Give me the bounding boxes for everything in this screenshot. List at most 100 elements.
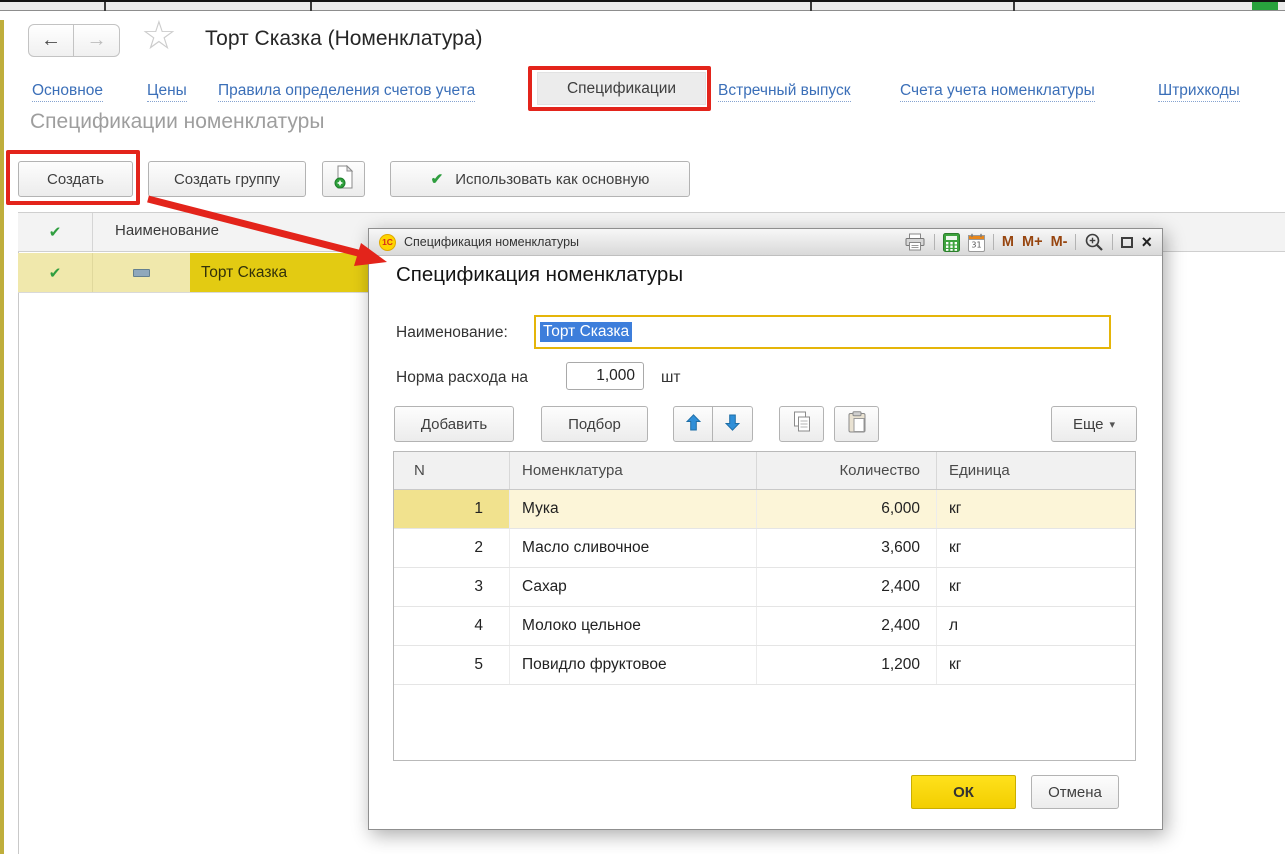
1c-logo-icon: 1С	[379, 234, 396, 251]
tab-vstrechnyy-vypusk[interactable]: Встречный выпуск	[718, 82, 851, 102]
list-header-check-cell[interactable]: ✔	[18, 213, 93, 251]
titlebar-separator	[993, 234, 994, 250]
row-check-cell: ✔	[18, 253, 93, 292]
strip-divider	[104, 2, 106, 11]
forward-button[interactable]: →	[74, 24, 120, 57]
cell-unit: кг	[937, 490, 1135, 528]
cancel-button[interactable]: Отмена	[1031, 775, 1119, 809]
check-icon: ✔	[49, 223, 62, 241]
column-header-unit[interactable]: Единица	[937, 452, 1135, 489]
cell-item: Молоко цельное	[510, 607, 757, 645]
cell-n: 4	[394, 607, 510, 645]
tab-spetsifikatsii-active[interactable]: Спецификации	[537, 72, 706, 105]
table-row[interactable]: 2 Масло сливочное 3,600 кг	[394, 529, 1135, 568]
name-input[interactable]: Торт Сказка	[534, 315, 1111, 349]
cell-n: 3	[394, 568, 510, 606]
cell-unit: кг	[937, 568, 1135, 606]
list-border	[18, 212, 19, 854]
cell-n: 1	[394, 490, 510, 528]
table-row[interactable]: 5 Повидло фруктовое 1,200 кг	[394, 646, 1135, 685]
cell-n: 2	[394, 529, 510, 567]
back-button[interactable]: ←	[28, 24, 74, 57]
table-row[interactable]: 3 Сахар 2,400 кг	[394, 568, 1135, 607]
zoom-in-icon[interactable]	[1084, 232, 1104, 252]
memory-m-button[interactable]: M	[1002, 234, 1014, 250]
calendar-icon[interactable]: 31	[968, 233, 985, 252]
cell-qty: 2,400	[757, 568, 937, 606]
name-field-label: Наименование:	[396, 324, 508, 342]
cell-qty: 2,400	[757, 607, 937, 645]
add-button[interactable]: Добавить	[394, 406, 514, 442]
print-icon[interactable]	[904, 233, 926, 251]
copy-button[interactable]	[779, 406, 824, 442]
dialog-titlebar[interactable]: 1С Спецификация номенклатуры 31 M M+ M- …	[369, 229, 1162, 256]
pick-button[interactable]: Подбор	[541, 406, 648, 442]
arrow-up-icon	[686, 414, 701, 435]
arrow-down-icon	[725, 414, 740, 435]
name-input-selected-text: Торт Сказка	[540, 322, 632, 342]
forward-arrow-icon: →	[87, 29, 107, 52]
more-button[interactable]: Еще ▾	[1051, 406, 1137, 442]
ok-button[interactable]: ОК	[911, 775, 1016, 809]
column-header-item[interactable]: Номенклатура	[510, 452, 757, 489]
chevron-down-icon: ▾	[1110, 418, 1116, 431]
create-button[interactable]: Создать	[18, 161, 133, 197]
spec-items-table: N Номенклатура Количество Единица 1 Мука…	[393, 451, 1136, 761]
cell-n: 5	[394, 646, 510, 684]
list-header-name[interactable]: Наименование	[115, 222, 219, 239]
table-row[interactable]: 1 Мука 6,000 кг	[394, 490, 1135, 529]
dialog-title: Спецификация номенклатуры	[404, 235, 579, 249]
cell-item: Мука	[510, 490, 757, 528]
calculator-icon[interactable]	[943, 233, 960, 252]
copy-icon	[792, 411, 812, 437]
history-nav: ← →	[28, 24, 120, 57]
tab-tseny[interactable]: Цены	[147, 82, 187, 102]
strip-divider	[1013, 2, 1015, 11]
titlebar-separator	[934, 234, 935, 250]
column-header-qty[interactable]: Количество	[757, 452, 937, 489]
paste-button[interactable]	[834, 406, 879, 442]
norm-field-label: Норма расхода на	[396, 369, 528, 387]
document-plus-icon	[334, 165, 354, 193]
norm-unit-label: шт	[661, 369, 681, 387]
section-title: Спецификации номенклатуры	[30, 110, 324, 134]
table-row[interactable]: 4 Молоко цельное 2,400 л	[394, 607, 1135, 646]
create-by-copy-button[interactable]	[322, 161, 365, 197]
use-as-main-button[interactable]: ✔ Использовать как основную	[390, 161, 690, 197]
tab-scheta-ucheta[interactable]: Счета учета номенклатуры	[900, 82, 1095, 102]
cell-item: Повидло фруктовое	[510, 646, 757, 684]
cell-item: Масло сливочное	[510, 529, 757, 567]
maximize-icon[interactable]	[1121, 237, 1133, 248]
strip-green-chip	[1252, 2, 1278, 10]
tab-shtrihkody[interactable]: Штрихкоды	[1158, 82, 1240, 102]
create-group-button[interactable]: Создать группу	[148, 161, 306, 197]
memory-m-plus-button[interactable]: M+	[1022, 234, 1043, 250]
favorite-star-icon[interactable]: ☆	[141, 16, 177, 56]
column-header-n[interactable]: N	[394, 452, 510, 489]
dialog-heading: Спецификация номенклатуры	[396, 263, 683, 287]
titlebar-separator	[1075, 234, 1076, 250]
cropped-window-strip	[0, 0, 1285, 11]
tab-osnovnoe[interactable]: Основное	[32, 82, 103, 102]
cell-qty: 3,600	[757, 529, 937, 567]
titlebar-separator	[1112, 234, 1113, 250]
close-icon[interactable]: ×	[1141, 233, 1152, 251]
tab-pravila[interactable]: Правила определения счетов учета	[218, 82, 475, 102]
strip-divider	[310, 2, 312, 11]
specification-dialog: 1С Спецификация номенклатуры 31 M M+ M- …	[368, 228, 1163, 830]
check-icon: ✔	[49, 264, 62, 282]
norm-input[interactable]	[566, 362, 644, 390]
move-down-button[interactable]	[713, 406, 753, 442]
back-arrow-icon: ←	[41, 29, 61, 52]
cell-unit: кг	[937, 646, 1135, 684]
window-edge-stripe	[0, 20, 4, 854]
cell-qty: 1,200	[757, 646, 937, 684]
page-title: Торт Сказка (Номенклатура)	[205, 27, 483, 51]
table-header: N Номенклатура Количество Единица	[394, 452, 1135, 490]
paste-icon	[848, 411, 866, 437]
memory-m-minus-button[interactable]: M-	[1051, 234, 1068, 250]
svg-text:31: 31	[971, 240, 981, 249]
cell-qty: 6,000	[757, 490, 937, 528]
move-up-button[interactable]	[673, 406, 713, 442]
specification-marker-icon	[133, 269, 150, 277]
